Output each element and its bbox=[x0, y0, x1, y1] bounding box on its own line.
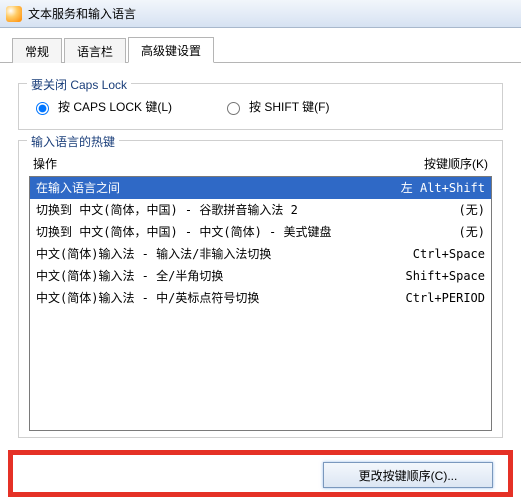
hotkey-row-label: 中文(简体)输入法 - 中/英标点符号切换 bbox=[36, 289, 259, 307]
window-title: 文本服务和输入语言 bbox=[28, 5, 136, 22]
group-capslock-legend: 要关闭 Caps Lock bbox=[27, 76, 131, 93]
hotkey-row-sequence: (无) bbox=[449, 201, 485, 219]
hotkey-row-sequence: Ctrl+PERIOD bbox=[396, 289, 485, 307]
hotkey-row[interactable]: 切换到 中文(简体，中国) - 中文(简体) - 美式键盘 (无) bbox=[30, 221, 491, 243]
group-capslock: 要关闭 Caps Lock 按 CAPS LOCK 键(L) 按 SHIFT 键… bbox=[18, 83, 503, 130]
tabstrip: 常规 语言栏 高级键设置 bbox=[0, 28, 521, 63]
hotkey-row-sequence: 左 Alt+Shift bbox=[391, 179, 485, 197]
titlebar: 文本服务和输入语言 bbox=[0, 0, 521, 28]
header-action: 操作 bbox=[33, 155, 57, 172]
radio-capslock-caps[interactable]: 按 CAPS LOCK 键(L) bbox=[31, 98, 172, 115]
hotkey-row[interactable]: 中文(简体)输入法 - 输入法/非输入法切换 Ctrl+Space bbox=[30, 243, 491, 265]
hotkeys-listbox[interactable]: 在输入语言之间 左 Alt+Shift 切换到 中文(简体，中国) - 谷歌拼音输入… bbox=[29, 176, 492, 431]
hotkey-row[interactable]: 在输入语言之间 左 Alt+Shift bbox=[30, 177, 491, 199]
client-area: 常规 语言栏 高级键设置 要关闭 Caps Lock 按 CAPS LOCK 键… bbox=[0, 28, 521, 502]
hotkey-row-label: 中文(简体)输入法 - 输入法/非输入法切换 bbox=[36, 245, 271, 263]
hotkey-row-label: 切换到 中文(简体，中国) - 中文(简体) - 美式键盘 bbox=[36, 223, 331, 241]
tab-advanced-keys[interactable]: 高级键设置 bbox=[128, 37, 214, 63]
group-hotkeys-legend: 输入语言的热键 bbox=[27, 133, 119, 150]
header-sequence: 按键顺序(K) bbox=[424, 155, 488, 172]
hotkey-row-sequence: (无) bbox=[449, 223, 485, 241]
hotkey-row[interactable]: 中文(简体)输入法 - 全/半角切换 Shift+Space bbox=[30, 265, 491, 287]
radio-capslock-shift[interactable]: 按 SHIFT 键(F) bbox=[222, 98, 329, 115]
radio-capslock-caps-input[interactable] bbox=[36, 102, 49, 115]
hotkey-row-sequence: Shift+Space bbox=[396, 267, 485, 285]
radio-capslock-caps-label: 按 CAPS LOCK 键(L) bbox=[58, 98, 172, 115]
hotkeys-headers: 操作 按键顺序(K) bbox=[29, 151, 492, 176]
hotkey-row-label: 切换到 中文(简体，中国) - 谷歌拼音输入法 2 bbox=[36, 201, 298, 219]
tab-panel: 要关闭 Caps Lock 按 CAPS LOCK 键(L) 按 SHIFT 键… bbox=[0, 63, 521, 443]
radio-capslock-shift-label: 按 SHIFT 键(F) bbox=[249, 98, 329, 115]
hotkey-row-sequence: Ctrl+Space bbox=[403, 245, 485, 263]
tab-langbar[interactable]: 语言栏 bbox=[64, 38, 126, 63]
tab-general[interactable]: 常规 bbox=[12, 38, 62, 63]
app-icon bbox=[6, 6, 22, 22]
hotkey-row-label: 在输入语言之间 bbox=[36, 179, 120, 197]
hotkey-row-label: 中文(简体)输入法 - 全/半角切换 bbox=[36, 267, 223, 285]
group-hotkeys: 输入语言的热键 操作 按键顺序(K) 在输入语言之间左 Alt+Shift切换到… bbox=[18, 140, 503, 438]
radio-capslock-shift-input[interactable] bbox=[227, 102, 240, 115]
change-key-sequence-button[interactable]: 更改按键顺序(C)... bbox=[323, 462, 493, 488]
hotkey-row[interactable]: 中文(简体)输入法 - 中/英标点符号切换 Ctrl+PERIOD bbox=[30, 287, 491, 309]
hotkey-row[interactable]: 切换到 中文(简体，中国) - 谷歌拼音输入法 2 (无) bbox=[30, 199, 491, 221]
